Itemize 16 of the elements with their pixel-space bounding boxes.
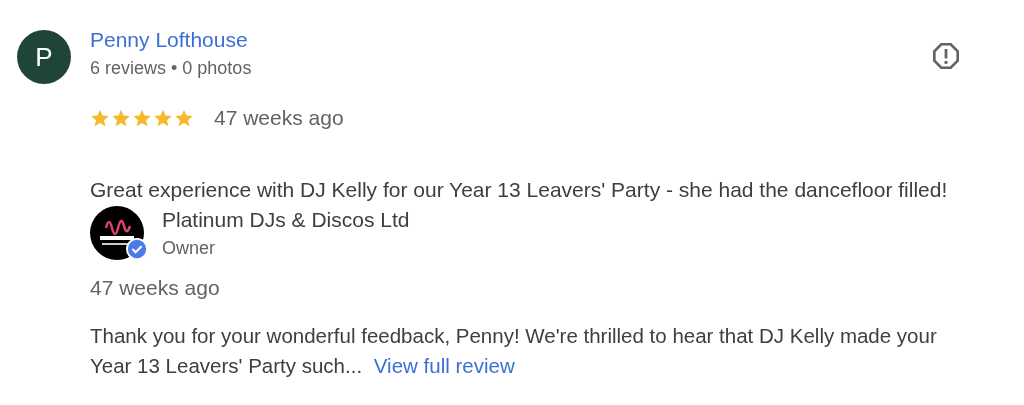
report-icon[interactable] [932,42,960,70]
reviewer-meta: 6 reviews • 0 photos [90,57,252,80]
star-icon [174,108,194,128]
reply-text: Thank you for your wonderful feedback, Penny! We're thrilled to hear that DJ Kelly made your Year 13 Leavers' Party such... View full review [90,323,938,379]
star-icon [153,108,173,128]
star-icon [132,108,152,128]
star-icon [111,108,131,128]
avatar: P [17,30,71,84]
review-time: 47 weeks ago [214,106,344,130]
view-full-review-link[interactable]: View full review [373,354,515,377]
review-text: Great experience with DJ Kelly for our Year 13 Leavers' Party - she had the dancefloor filled! [90,177,948,203]
star-icon [90,108,110,128]
owner-role: Owner [162,237,215,259]
owner-name: Platinum DJs & Discos Ltd [162,207,410,233]
reviewer-name[interactable]: Penny Lofthouse [90,26,248,54]
reply-time: 47 weeks ago [90,275,220,301]
